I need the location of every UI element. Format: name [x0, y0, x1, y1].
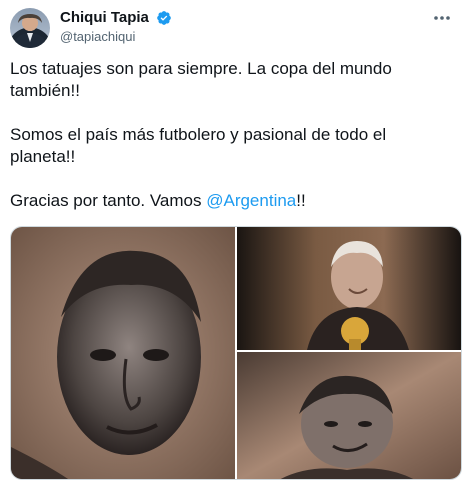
tweet-paragraph-3: Gracias por tanto. Vamos @Argentina!! [10, 190, 456, 212]
author-display-name[interactable]: Chiqui Tapia [60, 9, 149, 27]
tattoo-portrait-with-trophy-photo[interactable] [237, 227, 461, 350]
tweet-text-segment: Gracias por tanto. Vamos [10, 191, 207, 210]
tattoo-portrait-photo[interactable] [11, 227, 235, 479]
more-options-icon[interactable] [428, 8, 456, 28]
avatar[interactable] [10, 8, 50, 48]
tweet-paragraph-2: Somos el país más futbolero y pasional d… [10, 125, 387, 166]
media-grid [10, 226, 462, 480]
mention-link[interactable]: @Argentina [206, 191, 296, 210]
tweet-header: Chiqui Tapia @tapiachiqui [10, 6, 458, 50]
tweet-text: Los tatuajes son para siempre. La copa d… [10, 58, 456, 234]
tweet-paragraph-1: Los tatuajes son para siempre. La copa d… [10, 59, 392, 100]
tattoo-portrait-smiling-photo[interactable] [237, 352, 461, 479]
author-handle[interactable]: @tapiachiqui [60, 28, 172, 46]
tweet-text-segment: !! [296, 191, 306, 210]
author-info: Chiqui Tapia @tapiachiqui [60, 9, 172, 46]
verified-badge-icon [157, 11, 172, 25]
